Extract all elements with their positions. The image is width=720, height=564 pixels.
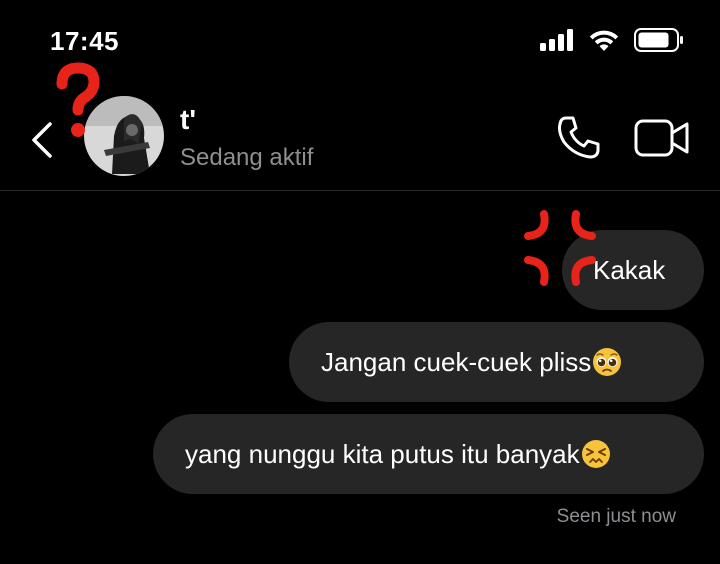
signal-icon	[540, 29, 573, 51]
wifi-icon	[589, 30, 619, 51]
message-text: Jangan cuek-cuek pliss	[321, 346, 592, 377]
message-bubble[interactable]: yang nunggu kita putus itu banyak	[153, 414, 704, 494]
message-text: Kakak	[593, 254, 666, 285]
seen-status: Seen just now	[556, 506, 676, 527]
persevering-face-icon	[581, 440, 610, 468]
message-text: yang nunggu kita putus itu banyak	[185, 438, 580, 469]
video-camera-icon	[634, 119, 689, 157]
status-icons	[540, 28, 684, 52]
contact-name[interactable]: t'	[180, 104, 196, 136]
call-button[interactable]	[556, 114, 602, 160]
status-bar: 17:45	[0, 0, 720, 80]
status-time: 17:45	[50, 26, 119, 56]
phone-icon	[558, 116, 600, 159]
video-call-button[interactable]	[634, 118, 690, 158]
battery-icon	[634, 28, 683, 52]
pleading-face-icon	[593, 348, 622, 376]
chat-header: t' Sedang aktif	[0, 62, 720, 191]
active-status: Sedang aktif	[180, 144, 314, 171]
anger-symbol-icon	[524, 210, 596, 286]
header-divider	[0, 190, 720, 191]
message-bubble[interactable]: Jangan cuek-cuek pliss	[289, 322, 704, 402]
question-mark-icon	[56, 62, 100, 137]
